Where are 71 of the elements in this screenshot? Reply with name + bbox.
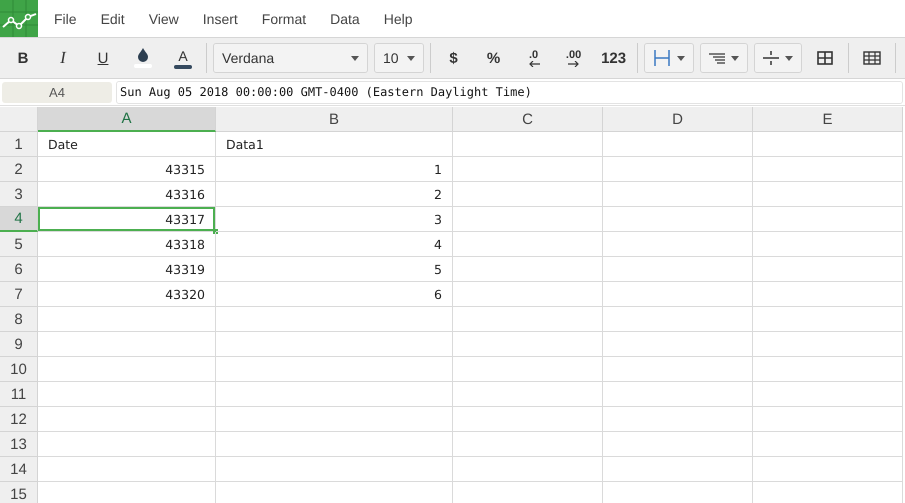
merge-cells-icon	[816, 51, 833, 65]
table-cell: 43318	[38, 232, 216, 257]
left-arrow-icon	[528, 60, 540, 66]
menu-item[interactable]: View	[144, 10, 183, 26]
row-header[interactable]: 11	[0, 382, 38, 407]
table-cell: 43315	[38, 157, 216, 182]
table-cell: 43316	[38, 182, 216, 207]
column-header[interactable]: D	[603, 107, 753, 132]
formula-field[interactable]: Sun Aug 05 2018 00:00:00 GMT-0400 (Eastern Daylight Time)	[116, 80, 903, 104]
row-header[interactable]: 7	[0, 282, 38, 307]
table-cell: 2	[216, 182, 453, 207]
align-dropdown[interactable]	[700, 43, 748, 73]
row-header[interactable]: 9	[0, 332, 38, 357]
row-header[interactable]: 1	[0, 132, 38, 157]
row-header[interactable]: 14	[0, 457, 38, 482]
column-header[interactable]: A	[38, 107, 216, 132]
table-cell: 43320	[38, 282, 216, 307]
increase-decimal-button[interactable]: .00	[556, 43, 591, 73]
table-cell: 43317	[38, 207, 216, 232]
caret-icon	[784, 56, 793, 60]
row-header[interactable]: 5	[0, 232, 38, 257]
menu-item[interactable]: Insert	[198, 10, 242, 26]
underline-button[interactable]: U	[86, 43, 120, 73]
font-size-select[interactable]: 10	[374, 43, 424, 73]
row-header[interactable]: 15	[0, 482, 38, 503]
row-header[interactable]: 3	[0, 182, 38, 207]
menu-item[interactable]: Format	[258, 10, 310, 26]
italic-button[interactable]: I	[46, 43, 80, 73]
caret-icon	[351, 56, 359, 60]
table-icon	[862, 51, 881, 65]
column-header[interactable]: C	[453, 107, 603, 132]
table-cell: Date	[38, 132, 216, 157]
table-cell: 43319	[38, 257, 216, 282]
table-cell: Data1	[216, 132, 453, 157]
fill-handle[interactable]	[213, 229, 218, 234]
caret-icon	[676, 56, 685, 60]
cell-reference-field[interactable]: A4	[2, 82, 112, 102]
vertical-align-icon	[762, 50, 779, 66]
row-header[interactable]: 12	[0, 407, 38, 432]
caret-icon	[406, 56, 415, 60]
row-header[interactable]: 4	[0, 207, 38, 232]
menu-item[interactable]: Data	[326, 10, 364, 26]
format-button[interactable]: 123	[596, 43, 631, 73]
table-cell: 4	[216, 232, 453, 257]
row-header[interactable]: 8	[0, 307, 38, 332]
row-header[interactable]: 13	[0, 432, 38, 457]
menu-item[interactable]: File	[50, 10, 81, 26]
row-header[interactable]: 2	[0, 157, 38, 182]
borders-dropdown[interactable]	[644, 43, 694, 73]
valign-dropdown[interactable]	[754, 43, 802, 73]
table-cell: 6	[216, 282, 453, 307]
font-color-button[interactable]: A	[166, 43, 200, 73]
column-header[interactable]: E	[753, 107, 903, 132]
menu-item[interactable]: Edit	[96, 10, 129, 26]
caret-icon	[730, 56, 739, 60]
format-button[interactable]: $	[436, 43, 471, 73]
table-cell: 1	[216, 157, 453, 182]
right-arrow-icon	[568, 60, 580, 66]
align-right-icon	[708, 52, 725, 64]
droplet-icon	[137, 48, 149, 62]
column-header[interactable]: B	[216, 107, 453, 132]
menu-item[interactable]: Help	[380, 10, 417, 26]
row-header[interactable]: 6	[0, 257, 38, 282]
decrease-decimal-button[interactable]: .0	[516, 43, 551, 73]
font-family-select[interactable]: Verdana	[213, 43, 368, 73]
bold-button[interactable]: B	[6, 43, 40, 73]
format-button[interactable]: %	[476, 43, 511, 73]
border-icon	[652, 50, 671, 66]
table-cell: 5	[216, 257, 453, 282]
table-cell: 3	[216, 207, 453, 232]
row-header[interactable]: 10	[0, 357, 38, 382]
